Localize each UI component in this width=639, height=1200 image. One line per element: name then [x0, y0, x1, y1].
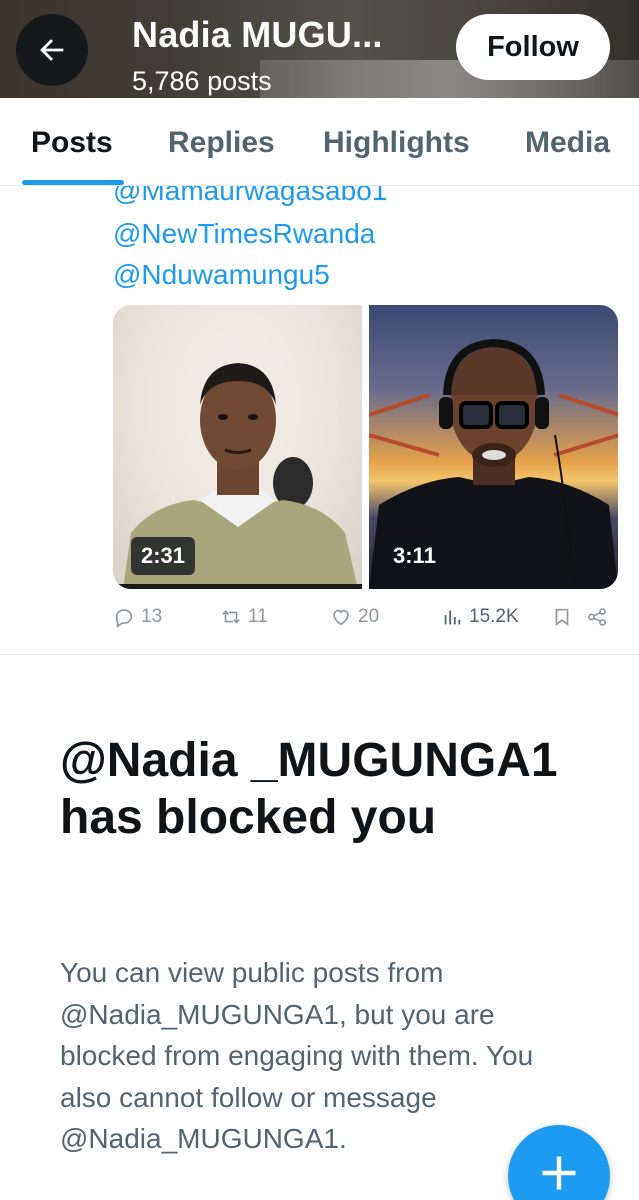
arrow-left-icon [40, 39, 64, 61]
post-actions: 13 11 20 15.2K [0, 606, 639, 634]
tab-posts-label[interactable]: Posts [31, 126, 113, 160]
video-thumbnail[interactable]: 2:31 [113, 305, 362, 589]
mention-link[interactable]: @Nduwamungu5 [113, 259, 330, 291]
tab-replies-label[interactable]: Replies [168, 126, 275, 160]
back-button[interactable] [16, 14, 88, 86]
tab-highlights-label[interactable]: Highlights [323, 126, 470, 160]
reply-button[interactable]: 13 [113, 606, 162, 628]
share-button[interactable] [586, 606, 608, 628]
heart-icon [333, 609, 349, 626]
repost-button[interactable]: 11 [220, 606, 268, 628]
repost-count: 11 [248, 606, 268, 627]
post-divider [0, 654, 639, 655]
post-media-grid: 2:31 3:11 [113, 305, 618, 589]
blocked-description: You can view public posts from @Nadia_MU… [60, 957, 534, 1154]
profile-header: Nadia MUGU... 5,786 posts Follow [0, 0, 639, 98]
tab-media-label[interactable]: Media [525, 126, 610, 160]
video-duration: 2:31 [131, 537, 196, 575]
bookmark-icon [555, 608, 569, 626]
profile-tabs-backdrop: Posts Replies Highlights Media [0, 98, 639, 186]
views-chart-icon [444, 610, 461, 625]
like-button[interactable]: 20 [330, 606, 379, 628]
view-count: 15.2K [469, 606, 519, 627]
video-thumbnail[interactable]: 3:11 [369, 305, 618, 589]
reply-icon [115, 609, 133, 628]
follow-button[interactable]: Follow [456, 14, 610, 80]
post-count: 5,786 posts [132, 66, 272, 96]
active-tab-underline [22, 180, 124, 185]
blocked-title: @Nadia _MUGUNGA1 has blocked you [60, 734, 558, 844]
bookmark-button[interactable] [551, 606, 573, 628]
share-icon [588, 608, 606, 626]
like-count: 20 [358, 606, 380, 627]
video-duration: 3:11 [383, 537, 446, 575]
repost-icon [222, 610, 240, 624]
mention-link[interactable]: @NewTimesRwanda [113, 218, 375, 250]
plus-icon [542, 1156, 576, 1190]
views-button[interactable]: 15.2K [441, 606, 519, 628]
reply-count: 13 [141, 606, 163, 627]
profile-name: Nadia MUGU... [132, 14, 383, 55]
